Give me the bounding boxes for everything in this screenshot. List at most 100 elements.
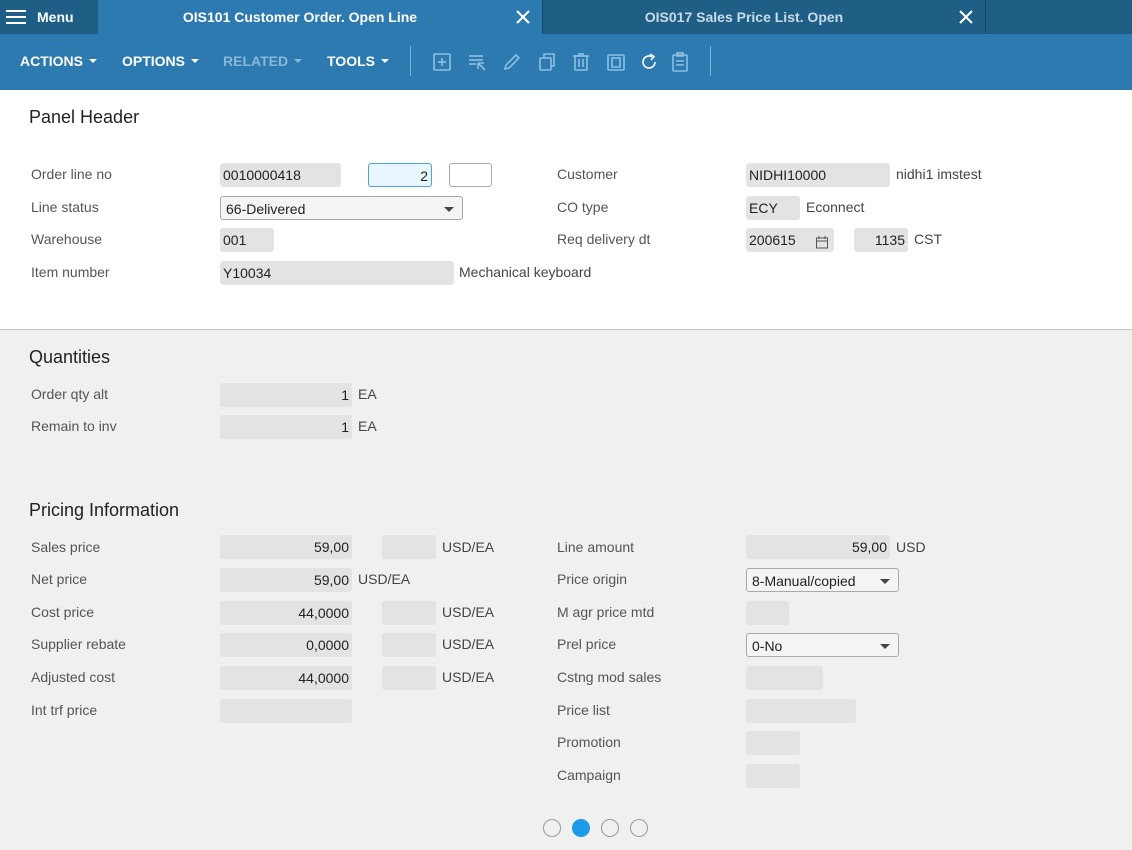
remain-to-inv-label: Remain to inv [31, 418, 117, 434]
actions-menu[interactable]: ACTIONS [20, 53, 97, 69]
cost-price-unit: USD/EA [442, 604, 495, 620]
promotion-label: Promotion [557, 734, 621, 750]
dropdown-arrow-icon [880, 579, 890, 584]
item-number-field[interactable]: Y10034 [220, 261, 454, 285]
tab-ois101[interactable]: OIS101 Customer Order. Open Line [98, 0, 542, 34]
caret-down-icon [294, 59, 303, 63]
panel-header: Panel Header Order line no 0010000418 2 … [0, 90, 1132, 330]
tab-label: OIS017 Sales Price List. Open [644, 9, 844, 25]
display-icon[interactable] [605, 51, 627, 73]
price-origin-label: Price origin [557, 571, 628, 587]
customer-field[interactable]: NIDHI10000 [746, 163, 890, 187]
order-qty-alt-label: Order qty alt [31, 386, 109, 402]
campaign-label: Campaign [557, 767, 621, 783]
page-dot-1[interactable] [543, 819, 561, 837]
toolbar-divider [410, 46, 411, 76]
cost-price-extra-field[interactable] [382, 601, 436, 625]
cost-price-label: Cost price [31, 604, 95, 620]
clipboard-icon[interactable] [669, 51, 691, 73]
line-amount-unit: USD [896, 539, 926, 555]
int-trf-price-field[interactable] [220, 699, 352, 723]
tools-label: TOOLS [327, 53, 375, 69]
customer-label: Customer [557, 166, 618, 182]
cost-price-field[interactable]: 44,0000 [220, 601, 352, 625]
item-description: Mechanical keyboard [459, 264, 592, 280]
tab-bar: Menu OIS101 Customer Order. Open Line OI… [0, 0, 1132, 34]
close-icon[interactable] [514, 8, 532, 26]
tools-menu[interactable]: TOOLS [327, 53, 389, 69]
order-line-no-field[interactable]: 0010000418 [220, 163, 341, 187]
net-price-field[interactable]: 59,00 [220, 568, 352, 592]
remain-to-inv-field[interactable]: 1 [220, 415, 352, 439]
page-indicator [543, 819, 648, 837]
adjusted-cost-label: Adjusted cost [31, 669, 116, 685]
page-dot-3[interactable] [601, 819, 619, 837]
price-list-label: Price list [557, 702, 610, 718]
campaign-field[interactable] [746, 764, 800, 788]
tab-ois017[interactable]: OIS017 Sales Price List. Open [542, 0, 986, 34]
promotion-field[interactable] [746, 731, 800, 755]
page-dot-4[interactable] [630, 819, 648, 837]
line-amount-label: Line amount [557, 539, 635, 555]
adjusted-cost-extra-field[interactable] [382, 666, 436, 690]
tab-label: OIS101 Customer Order. Open Line [182, 9, 418, 25]
supplier-rebate-field[interactable]: 0,0000 [220, 633, 352, 657]
warehouse-field[interactable]: 001 [220, 228, 274, 252]
hamburger-icon [6, 10, 26, 24]
actions-label: ACTIONS [20, 53, 83, 69]
prel-price-select[interactable]: 0-No [746, 633, 899, 657]
req-delivery-time-field[interactable]: 1135 [854, 228, 908, 252]
line-amount-field[interactable]: 59,00 [746, 535, 890, 559]
sales-price-unit: USD/EA [442, 539, 495, 555]
cstng-mod-sales-field[interactable] [746, 666, 823, 690]
options-menu[interactable]: OPTIONS [122, 53, 200, 69]
dropdown-arrow-icon [444, 207, 454, 212]
toolbar: ACTIONS OPTIONS RELATED TOOLS [0, 34, 1132, 90]
customer-name: nidhi1 imstest [896, 166, 982, 182]
add-icon[interactable] [431, 51, 453, 73]
net-price-unit: USD/EA [358, 571, 411, 587]
dropdown-arrow-icon [880, 644, 890, 649]
sales-price-extra-field[interactable] [382, 535, 436, 559]
menu-label: Menu [37, 9, 74, 25]
req-delivery-date-field[interactable]: 200615 [746, 228, 834, 252]
related-menu[interactable]: RELATED [223, 53, 303, 69]
menu-button[interactable]: Menu [0, 0, 98, 34]
line-status-value: 66-Delivered [226, 201, 306, 217]
warehouse-label: Warehouse [31, 231, 103, 247]
adjusted-cost-unit: USD/EA [442, 669, 495, 685]
edit-icon[interactable] [501, 51, 523, 73]
price-list-field[interactable] [746, 699, 856, 723]
sales-price-field[interactable]: 59,00 [220, 535, 352, 559]
order-qty-alt-field[interactable]: 1 [220, 383, 352, 407]
cstng-mod-sales-label: Cstng mod sales [557, 669, 662, 685]
toolbar-divider [710, 46, 711, 76]
m-agr-price-mtd-label: M agr price mtd [557, 604, 655, 620]
co-type-field[interactable]: ECY [746, 196, 800, 220]
quantities-title: Quantities [29, 347, 111, 367]
select-list-icon[interactable] [466, 51, 488, 73]
caret-down-icon [89, 59, 97, 63]
refresh-icon[interactable] [638, 51, 660, 73]
int-trf-price-label: Int trf price [31, 702, 98, 718]
copy-icon[interactable] [536, 51, 558, 73]
line-status-select[interactable]: 66-Delivered [220, 196, 463, 220]
page-dot-2[interactable] [572, 819, 590, 837]
remain-to-inv-unit: EA [358, 418, 377, 434]
supplier-rebate-unit: USD/EA [442, 636, 495, 652]
m-agr-price-mtd-field[interactable] [746, 601, 789, 625]
req-delivery-date-value: 200615 [749, 232, 796, 248]
calendar-icon[interactable] [816, 232, 828, 249]
order-subline-field[interactable]: 2 [368, 163, 432, 187]
delete-icon[interactable] [570, 51, 592, 73]
price-origin-select[interactable]: 8-Manual/copied [746, 568, 899, 592]
supplier-rebate-extra-field[interactable] [382, 633, 436, 657]
prel-price-value: 0-No [752, 638, 783, 654]
caret-down-icon [380, 59, 389, 63]
close-icon[interactable] [957, 8, 975, 26]
supplier-rebate-label: Supplier rebate [31, 636, 126, 652]
order-subline2-field[interactable] [449, 163, 492, 187]
order-qty-unit: EA [358, 386, 377, 402]
adjusted-cost-field[interactable]: 44,0000 [220, 666, 352, 690]
related-label: RELATED [223, 53, 289, 69]
